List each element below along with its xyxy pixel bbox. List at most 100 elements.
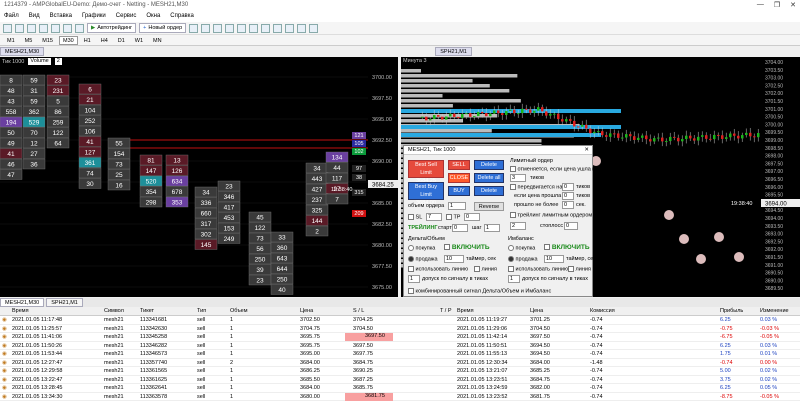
close-icon[interactable]: ✕ (790, 1, 796, 9)
table-row[interactable]: ◉ 2021.01.05 12:27:47 mesh21 113357740 sell 2… (0, 359, 800, 367)
chart-tab-sph[interactable]: SPH21,M1 (435, 47, 472, 56)
table-row[interactable]: ◉ 2021.01.05 11:50:26 mesh21 113346282 sell 1… (0, 342, 800, 350)
limit-opt2-checkbox[interactable] (510, 184, 516, 190)
bar-chart-icon[interactable] (189, 23, 199, 33)
tf-m1[interactable]: M1 (3, 36, 19, 45)
sl-input[interactable]: 7 (426, 213, 442, 221)
table-row[interactable]: ◉ 2021.01.05 13:34:30 mesh21 113363578 sell 1… (0, 392, 800, 401)
delta-value-input[interactable]: 10 (444, 255, 464, 263)
buy-button[interactable]: BUY (448, 186, 470, 196)
autoscroll-icon[interactable] (261, 23, 271, 33)
column-header[interactable]: S / L (353, 308, 364, 314)
close-button[interactable]: CLOSE (448, 173, 470, 183)
column-header[interactable]: Тип (197, 308, 206, 314)
shift-icon[interactable] (273, 23, 283, 33)
delta-allow-input[interactable]: 1 (408, 275, 420, 283)
column-header[interactable]: Изменение (760, 308, 789, 314)
market-watch-icon[interactable] (27, 23, 36, 33)
tf-mn[interactable]: MN (149, 36, 166, 45)
delta-line-checkbox[interactable] (474, 266, 480, 272)
table-row[interactable]: ◉ 2021.01.05 11:17:48 mesh21 113341681 sell 1… (0, 316, 800, 325)
delta-use-line-checkbox[interactable] (408, 266, 414, 272)
templates-icon[interactable] (309, 23, 319, 33)
data-window-icon[interactable] (39, 23, 48, 33)
limit-opt1-checkbox[interactable] (510, 166, 516, 172)
trail-limit-input[interactable]: 2 (510, 222, 526, 230)
combined-checkbox[interactable] (408, 288, 414, 294)
tf-h4[interactable]: H4 (97, 36, 112, 45)
imb-line-checkbox[interactable] (568, 266, 574, 272)
best-buy-limit-button[interactable]: Best Buy Limit 3684.00 (408, 182, 444, 206)
delete-buy-button[interactable]: Delete (474, 186, 504, 196)
imb-value-input[interactable]: 10 (544, 255, 564, 263)
sell-button[interactable]: SELL (448, 160, 470, 170)
period-input[interactable]: 2 (54, 58, 62, 65)
tf-m5[interactable]: M5 (21, 36, 37, 45)
line-chart-icon[interactable] (213, 23, 223, 33)
maximize-icon[interactable]: ❐ (774, 1, 780, 9)
trail-limit-checkbox[interactable] (510, 212, 516, 218)
delta-on-checkbox[interactable] (444, 244, 450, 251)
tf-m30[interactable]: M30 (58, 35, 78, 45)
column-header[interactable]: Цена (530, 308, 543, 314)
zoom-out-icon[interactable] (237, 23, 247, 33)
menu-help[interactable]: Справка (170, 13, 194, 19)
bottom-tab-sph[interactable]: SPH21,M1 (46, 298, 83, 307)
table-row[interactable]: ◉ 2021.01.05 11:53:44 mesh21 113346573 sell 1… (0, 350, 800, 359)
menu-charts[interactable]: Графики (82, 13, 106, 19)
step-input[interactable]: 1 (484, 224, 500, 232)
tile-icon[interactable] (249, 23, 259, 33)
imb-use-line-checkbox[interactable] (508, 266, 514, 272)
table-row[interactable]: ◉ 2021.01.05 13:22:47 mesh21 113361625 sell 1… (0, 376, 800, 384)
imb-sell-radio[interactable] (508, 256, 514, 262)
column-header[interactable]: T / P (440, 308, 452, 314)
profiles-icon[interactable] (15, 23, 24, 33)
delete-all-button[interactable]: Delete all (474, 173, 504, 183)
zoom-in-icon[interactable] (225, 23, 235, 33)
stoploss-input[interactable]: 0 (564, 222, 578, 230)
table-row[interactable]: ◉ 2021.01.05 11:25:57 mesh21 113342630 sell 1… (0, 325, 800, 333)
left-chart[interactable]: 3700.003697.503695.003692.503690.003687.… (0, 57, 398, 297)
imb-on-checkbox[interactable] (544, 244, 550, 251)
menu-tools[interactable]: Сервис (116, 13, 137, 19)
menu-window[interactable]: Окна (146, 13, 160, 19)
bottom-tab-mesh[interactable]: MESH21,M30 (0, 298, 45, 307)
table-row[interactable]: ◉ 2021.01.05 11:41:06 mesh21 113345258 sell 1… (0, 333, 800, 342)
column-header[interactable]: Время (12, 308, 29, 314)
tp-checkbox[interactable] (446, 214, 452, 220)
reverse-button[interactable]: Reverse (474, 202, 504, 211)
best-sell-limit-button[interactable]: Best Sell Limit 3684.25 (408, 160, 444, 184)
periods-icon[interactable] (297, 23, 307, 33)
column-header[interactable]: Время (457, 308, 474, 314)
candle-chart-icon[interactable] (201, 23, 211, 33)
tf-h1[interactable]: H1 (80, 36, 95, 45)
panel-close-icon[interactable]: ✕ (584, 146, 589, 155)
delete-sell-button[interactable]: Delete (474, 160, 504, 170)
tf-w1[interactable]: W1 (131, 36, 147, 45)
limit-opt3-input[interactable]: 0 (562, 192, 574, 200)
indicators-icon[interactable] (285, 23, 295, 33)
indicator-select[interactable]: Volume (28, 58, 51, 65)
table-row[interactable]: ◉ 2021.01.05 12:29:58 mesh21 113361565 sell 1… (0, 367, 800, 376)
imb-allow-input[interactable]: 1 (508, 275, 520, 283)
chart-tab-mesh[interactable]: MESH21,M30 (0, 47, 45, 56)
column-header[interactable]: Тикет (140, 308, 154, 314)
menu-file[interactable]: Файл (4, 13, 19, 19)
start-input[interactable]: 0 (452, 224, 468, 232)
delta-buy-radio[interactable] (408, 245, 414, 251)
column-header[interactable]: Прибыль (720, 308, 743, 314)
new-order-button[interactable]: + Новый ордер (139, 23, 187, 33)
navigator-icon[interactable] (51, 23, 60, 33)
tf-d1[interactable]: D1 (114, 36, 129, 45)
limit-opt4-input[interactable]: 0 (562, 201, 574, 209)
imb-buy-radio[interactable] (508, 245, 514, 251)
volume-input[interactable]: 1 (448, 202, 466, 210)
tester-icon[interactable] (75, 23, 84, 33)
limit-opt1-input[interactable]: 3 (510, 174, 526, 182)
minimize-icon[interactable]: — (757, 1, 764, 9)
menu-insert[interactable]: Вставка (50, 13, 72, 19)
algo-trading-button[interactable]: ▶ Автотрейдинг (87, 23, 137, 33)
limit-opt2-input[interactable]: 0 (562, 183, 574, 191)
menu-view[interactable]: Вид (29, 13, 40, 19)
table-row[interactable]: ◉ 2021.01.05 13:28:45 mesh21 113362641 sell 1… (0, 384, 800, 393)
